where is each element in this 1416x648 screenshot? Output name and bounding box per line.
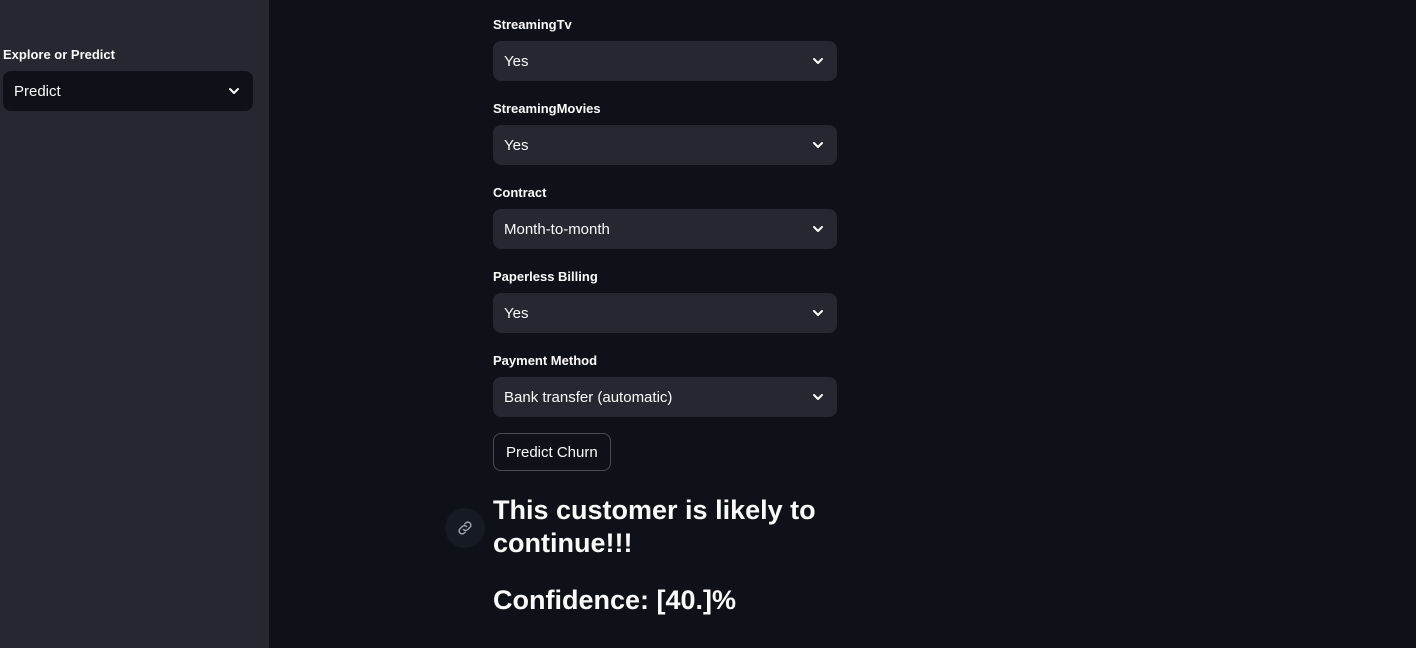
sidebar: Explore or Predict Predict (0, 0, 269, 648)
contract-select[interactable]: Month-to-month (493, 209, 837, 249)
chevron-down-icon (813, 142, 823, 148)
prediction-result-heading: This customer is likely to continue!!! (493, 495, 816, 558)
field-label: StreamingMovies (493, 101, 601, 116)
field-contract: Contract Month-to-month (493, 183, 837, 249)
predict-churn-button[interactable]: Predict Churn (493, 433, 611, 471)
select-value: Yes (504, 304, 529, 322)
select-value: Bank transfer (automatic) (504, 388, 673, 406)
field-streaming-tv: StreamingTv Yes (493, 15, 837, 81)
link-icon[interactable] (445, 508, 485, 548)
sidebar-select-label: Explore or Predict (3, 47, 115, 62)
field-payment-method: Payment Method Bank transfer (automatic) (493, 351, 837, 417)
field-label: Contract (493, 185, 547, 200)
field-streaming-movies: StreamingMovies Yes (493, 99, 837, 165)
select-value: Yes (504, 52, 529, 70)
field-label: Payment Method (493, 353, 598, 368)
chevron-down-icon (229, 88, 239, 94)
payment-method-select[interactable]: Bank transfer (automatic) (493, 377, 837, 417)
field-paperless-billing: Paperless Billing Yes (493, 267, 837, 333)
chevron-down-icon (813, 58, 823, 64)
explore-predict-value: Predict (14, 82, 61, 100)
chevron-down-icon (813, 394, 823, 400)
chevron-down-icon (813, 226, 823, 232)
field-label: Paperless Billing (493, 269, 598, 284)
link-glyph (458, 521, 472, 535)
streaming-movies-select[interactable]: Yes (493, 125, 837, 165)
field-label: StreamingTv (493, 17, 572, 32)
paperless-billing-select[interactable]: Yes (493, 293, 837, 333)
streaming-tv-select[interactable]: Yes (493, 41, 837, 81)
select-value: Month-to-month (504, 220, 610, 238)
select-value: Yes (504, 136, 529, 154)
chevron-down-icon (813, 310, 823, 316)
explore-predict-select[interactable]: Predict (3, 71, 253, 111)
confidence-heading: Confidence: [40.]% (493, 585, 737, 615)
